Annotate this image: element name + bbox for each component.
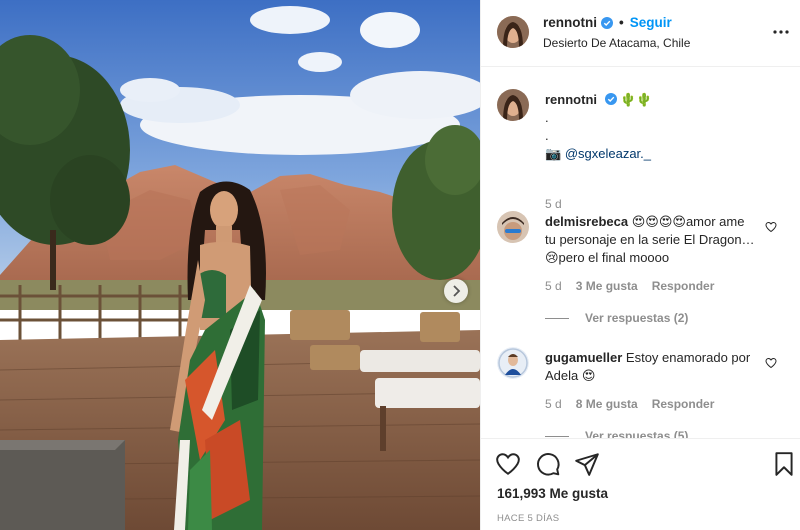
caption-mention[interactable]: @sgxeleazar._ — [565, 146, 651, 161]
more-options-icon — [773, 30, 789, 34]
camera-emoji: 📷 — [545, 146, 562, 161]
caption-emoji: 🌵🌵 — [620, 92, 653, 107]
comment-time: 5 d — [545, 397, 562, 411]
caption-item: rennotni 🌵🌵 . . 📷 @sgxeleazar._ 5 d — [497, 89, 785, 211]
post-timestamp[interactable]: HACE 5 DÍAS — [497, 513, 559, 524]
photo-image — [0, 0, 480, 530]
author-avatar[interactable] — [497, 16, 529, 48]
caption-meta: 5 d — [545, 197, 562, 211]
reply-button[interactable]: Responder — [652, 279, 715, 293]
post-location[interactable]: Desierto De Atacama, Chile — [543, 36, 690, 50]
view-replies-button[interactable]: Ver respuestas (2) — [545, 311, 688, 325]
replies-line — [545, 435, 569, 437]
caption-line-2: . — [545, 128, 549, 143]
caption-line-1: . — [545, 110, 549, 125]
more-options-button[interactable] — [771, 22, 791, 42]
next-photo-button[interactable] — [444, 279, 468, 303]
separator-dot: • — [619, 15, 624, 30]
post-side-panel: rennotni • Seguir Desierto De Atacama, C… — [480, 0, 800, 530]
comment-item: gugamueller Estoy enamorado por Adela 😍 … — [497, 347, 785, 438]
view-replies-label: Ver respuestas (2) — [585, 311, 689, 325]
caption-time: 5 d — [545, 197, 562, 211]
comment-meta: 5 d 8 Me gusta Responder — [545, 397, 714, 411]
caption-username[interactable]: rennotni — [545, 92, 597, 107]
comment-like-heart-icon[interactable] — [765, 221, 777, 233]
view-replies-label: Ver respuestas (5) — [585, 429, 689, 438]
comment-emoji: 😍😍😍😍 — [631, 214, 686, 229]
comment-time: 5 d — [545, 279, 562, 293]
comments-list[interactable]: rennotni 🌵🌵 . . 📷 @sgxeleazar._ 5 d delm… — [481, 67, 800, 438]
post-actions: 161,993 Me gusta HACE 5 DÍAS — [481, 438, 800, 530]
reply-button[interactable]: Responder — [652, 397, 715, 411]
follow-button[interactable]: Seguir — [630, 15, 672, 30]
comment-like-heart-icon[interactable] — [765, 357, 777, 369]
chevron-right-icon — [453, 285, 461, 297]
commenter-avatar[interactable] — [497, 211, 529, 243]
commenter-username[interactable]: delmisrebeca — [545, 214, 628, 229]
likes-count[interactable]: 161,993 Me gusta — [497, 486, 608, 501]
post-header: rennotni • Seguir Desierto De Atacama, C… — [481, 0, 800, 67]
verified-badge-icon — [601, 16, 613, 29]
comment-text: delmisrebeca 😍😍😍😍amor ame tu personaje e… — [545, 213, 757, 267]
share-icon[interactable] — [574, 451, 600, 477]
comment-likes[interactable]: 8 Me gusta — [576, 397, 638, 411]
commenter-avatar[interactable] — [497, 347, 529, 379]
author-username[interactable]: rennotni — [543, 15, 597, 30]
comment-text: gugamueller Estoy enamorado por Adela 😍 — [545, 349, 757, 385]
heart-icon[interactable] — [495, 451, 521, 477]
replies-line — [545, 317, 569, 319]
post-photo[interactable] — [0, 0, 480, 530]
caption-text: rennotni 🌵🌵 . . 📷 @sgxeleazar._ — [545, 91, 765, 163]
view-replies-button[interactable]: Ver respuestas (5) — [545, 429, 688, 438]
comment-likes[interactable]: 3 Me gusta — [576, 279, 638, 293]
verified-badge-icon — [604, 93, 617, 105]
caption-avatar[interactable] — [497, 89, 529, 121]
comment-meta: 5 d 3 Me gusta Responder — [545, 279, 714, 293]
header-user-row: rennotni • Seguir — [543, 15, 672, 30]
comment-icon[interactable] — [535, 451, 561, 477]
bookmark-icon[interactable] — [771, 451, 797, 477]
commenter-username[interactable]: gugamueller — [545, 350, 622, 365]
comment-item: delmisrebeca 😍😍😍😍amor ame tu personaje e… — [497, 211, 785, 331]
